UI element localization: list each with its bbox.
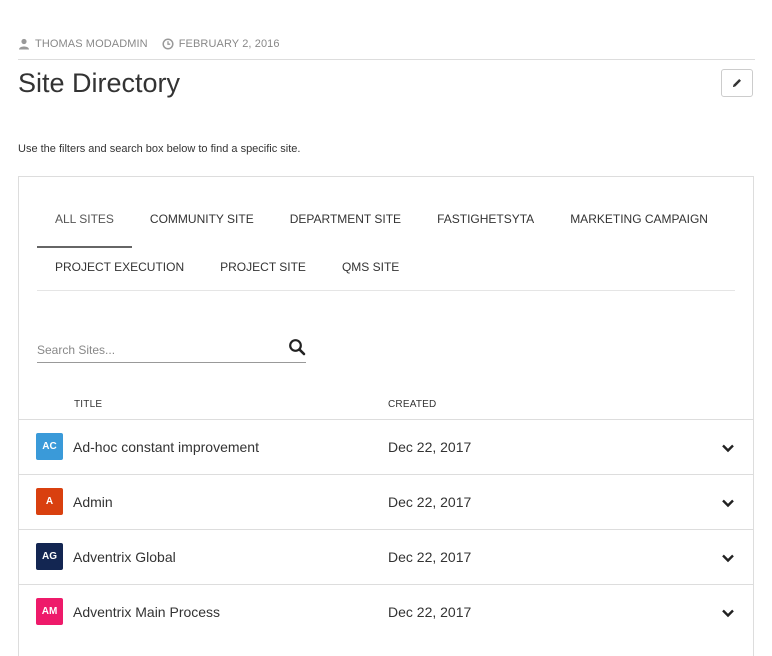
tab-marketing-campaign[interactable]: MARKETING CAMPAIGN [552, 200, 726, 248]
tab-all-sites[interactable]: ALL SITES [37, 200, 132, 248]
search-icon[interactable] [288, 338, 306, 356]
pencil-icon [731, 77, 743, 89]
tab-project-execution[interactable]: PROJECT EXECUTION [37, 248, 202, 296]
site-created-date: Dec 22, 2017 [388, 604, 472, 620]
site-title[interactable]: Adventrix Global [73, 549, 176, 565]
site-list: AC Ad-hoc constant improvement Dec 22, 2… [18, 419, 754, 639]
tab-project-site[interactable]: PROJECT SITE [202, 248, 324, 296]
column-header-created[interactable]: CREATED [388, 399, 436, 410]
edit-button[interactable] [721, 69, 753, 97]
site-title[interactable]: Adventrix Main Process [73, 604, 220, 620]
site-avatar: AC [36, 433, 63, 460]
site-created-date: Dec 22, 2017 [388, 549, 472, 565]
chevron-down-icon[interactable] [721, 496, 735, 510]
site-avatar: AM [36, 598, 63, 625]
intro-text: Use the filters and search box below to … [18, 143, 301, 155]
chevron-down-icon[interactable] [721, 606, 735, 620]
author-name[interactable]: THOMAS MODADMIN [35, 38, 148, 50]
tab-community-site[interactable]: COMMUNITY SITE [132, 200, 272, 248]
site-row[interactable]: AM Adventrix Main Process Dec 22, 2017 [18, 584, 754, 639]
site-row[interactable]: A Admin Dec 22, 2017 [18, 474, 754, 529]
site-directory-panel: ALL SITES COMMUNITY SITE DEPARTMENT SITE… [18, 176, 754, 656]
site-avatar: A [36, 488, 63, 515]
chevron-down-icon[interactable] [721, 441, 735, 455]
site-created-date: Dec 22, 2017 [388, 439, 472, 455]
tab-fastighetsyta[interactable]: FASTIGHETSYTA [419, 200, 552, 248]
tab-qms-site[interactable]: QMS SITE [324, 248, 417, 296]
chevron-down-icon[interactable] [721, 551, 735, 565]
publish-date: FEBRUARY 2, 2016 [178, 38, 280, 50]
site-row[interactable]: AC Ad-hoc constant improvement Dec 22, 2… [18, 419, 754, 474]
page-title: Site Directory [18, 68, 181, 98]
filter-tabs: ALL SITES COMMUNITY SITE DEPARTMENT SITE… [37, 200, 735, 296]
tabs-divider [37, 290, 735, 291]
site-created-date: Dec 22, 2017 [388, 494, 472, 510]
header-divider [18, 59, 755, 60]
site-title[interactable]: Admin [73, 494, 113, 510]
column-header-title[interactable]: TITLE [74, 399, 102, 410]
article-meta: THOMAS MODADMIN FEBRUARY 2, 2016 [18, 38, 280, 50]
site-title[interactable]: Ad-hoc constant improvement [73, 439, 259, 455]
search-input[interactable] [37, 342, 288, 357]
clock-icon [162, 38, 174, 50]
user-icon [18, 38, 30, 50]
search-box [37, 337, 306, 363]
site-row[interactable]: AG Adventrix Global Dec 22, 2017 [18, 529, 754, 584]
tab-department-site[interactable]: DEPARTMENT SITE [272, 200, 419, 248]
site-avatar: AG [36, 543, 63, 570]
